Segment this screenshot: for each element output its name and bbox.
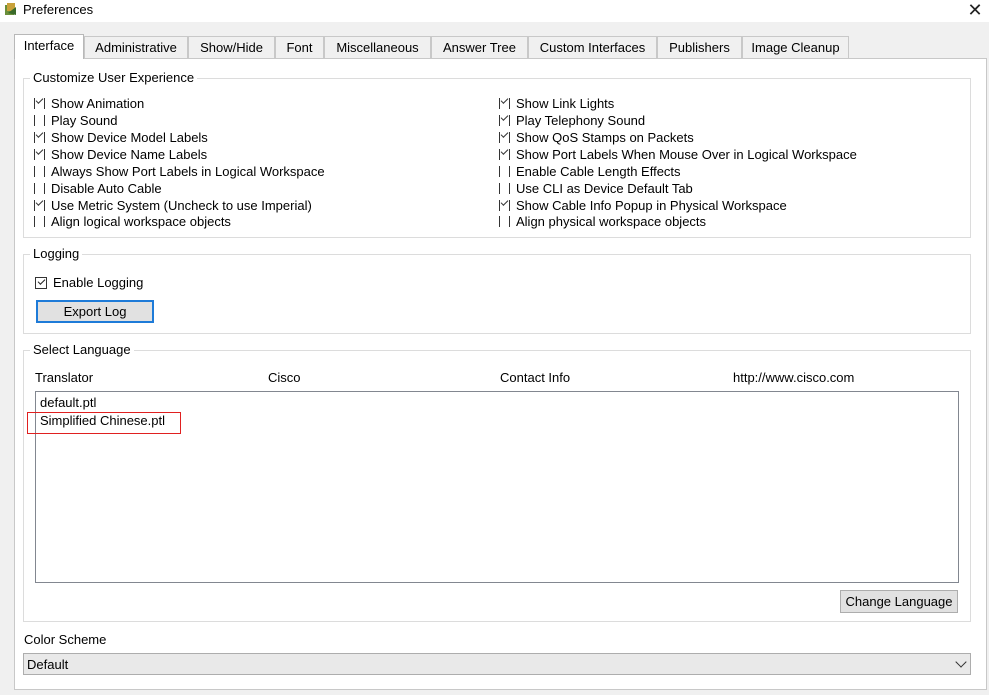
checkbox-icon <box>34 166 45 177</box>
show-qos-stamps-checkbox[interactable]: Show QoS Stamps on Packets <box>499 129 694 146</box>
checkbox-icon <box>34 200 45 211</box>
show-device-name-labels-checkbox[interactable]: Show Device Name Labels <box>34 146 207 163</box>
play-telephony-sound-checkbox[interactable]: Play Telephony Sound <box>499 112 645 129</box>
tab-miscellaneous[interactable]: Miscellaneous <box>324 36 431 58</box>
disable-auto-cable-checkbox[interactable]: Disable Auto Cable <box>34 180 162 197</box>
tab-show-hide[interactable]: Show/Hide <box>188 36 275 58</box>
use-cli-default-tab-checkbox[interactable]: Use CLI as Device Default Tab <box>499 180 693 197</box>
title-bar: Preferences ✕ <box>0 0 989 22</box>
checkbox-icon <box>499 183 510 194</box>
change-language-button[interactable]: Change Language <box>840 590 958 613</box>
logging-legend: Logging <box>30 246 83 261</box>
show-port-labels-mouseover-checkbox[interactable]: Show Port Labels When Mouse Over in Logi… <box>499 146 857 163</box>
always-show-port-labels-checkbox[interactable]: Always Show Port Labels in Logical Works… <box>34 163 325 180</box>
tab-answer-tree[interactable]: Answer Tree <box>431 36 528 58</box>
show-cable-info-popup-checkbox[interactable]: Show Cable Info Popup in Physical Worksp… <box>499 197 787 214</box>
contact-info-value: http://www.cisco.com <box>733 370 855 385</box>
enable-cable-length-effects-checkbox[interactable]: Enable Cable Length Effects <box>499 163 681 180</box>
chevron-down-icon <box>955 656 967 668</box>
checkbox-icon <box>34 183 45 194</box>
checkbox-icon <box>499 200 510 211</box>
tab-image-cleanup[interactable]: Image Cleanup <box>742 36 849 58</box>
list-item[interactable]: default.ptl <box>40 394 96 412</box>
translator-label: Translator <box>35 370 94 385</box>
checkbox-icon <box>499 216 510 227</box>
contact-info-label: Contact Info <box>500 370 571 385</box>
checkbox-icon <box>499 149 510 160</box>
app-icon <box>5 3 16 15</box>
close-icon[interactable]: ✕ <box>961 0 989 22</box>
checkbox-icon <box>34 216 45 227</box>
show-device-model-labels-checkbox[interactable]: Show Device Model Labels <box>34 129 208 146</box>
checkbox-icon <box>499 166 510 177</box>
checkbox-icon <box>499 115 510 126</box>
show-animation-checkbox[interactable]: Show Animation <box>34 95 144 112</box>
align-logical-objects-checkbox[interactable]: Align logical workspace objects <box>34 213 231 230</box>
checkbox-icon <box>499 132 510 143</box>
play-sound-checkbox[interactable]: Play Sound <box>34 112 118 129</box>
logging-group <box>23 254 971 334</box>
language-legend: Select Language <box>30 342 134 357</box>
tab-custom-interfaces[interactable]: Custom Interfaces <box>528 36 657 58</box>
window-title: Preferences <box>23 2 94 17</box>
tab-font[interactable]: Font <box>275 36 324 58</box>
export-log-button[interactable]: Export Log <box>36 300 154 323</box>
checkbox-icon <box>34 132 45 143</box>
checkbox-icon <box>34 149 45 160</box>
translator-value: Cisco <box>268 370 301 385</box>
checkbox-icon <box>35 277 47 289</box>
show-link-lights-checkbox[interactable]: Show Link Lights <box>499 95 614 112</box>
enable-logging-checkbox[interactable]: Enable Logging <box>35 274 143 291</box>
checkbox-icon <box>34 98 45 109</box>
checkbox-icon <box>34 115 45 126</box>
experience-legend: Customize User Experience <box>30 70 198 85</box>
highlight-annotation <box>27 412 181 434</box>
tab-interface[interactable]: Interface <box>14 34 84 59</box>
align-physical-objects-checkbox[interactable]: Align physical workspace objects <box>499 213 706 230</box>
tab-administrative[interactable]: Administrative <box>84 36 188 58</box>
checkbox-icon <box>499 98 510 109</box>
color-scheme-value: Default <box>27 657 69 672</box>
use-metric-system-checkbox[interactable]: Use Metric System (Uncheck to use Imperi… <box>34 197 312 214</box>
color-scheme-label: Color Scheme <box>24 632 107 647</box>
tab-publishers[interactable]: Publishers <box>657 36 742 58</box>
color-scheme-select[interactable]: Default <box>23 653 971 675</box>
